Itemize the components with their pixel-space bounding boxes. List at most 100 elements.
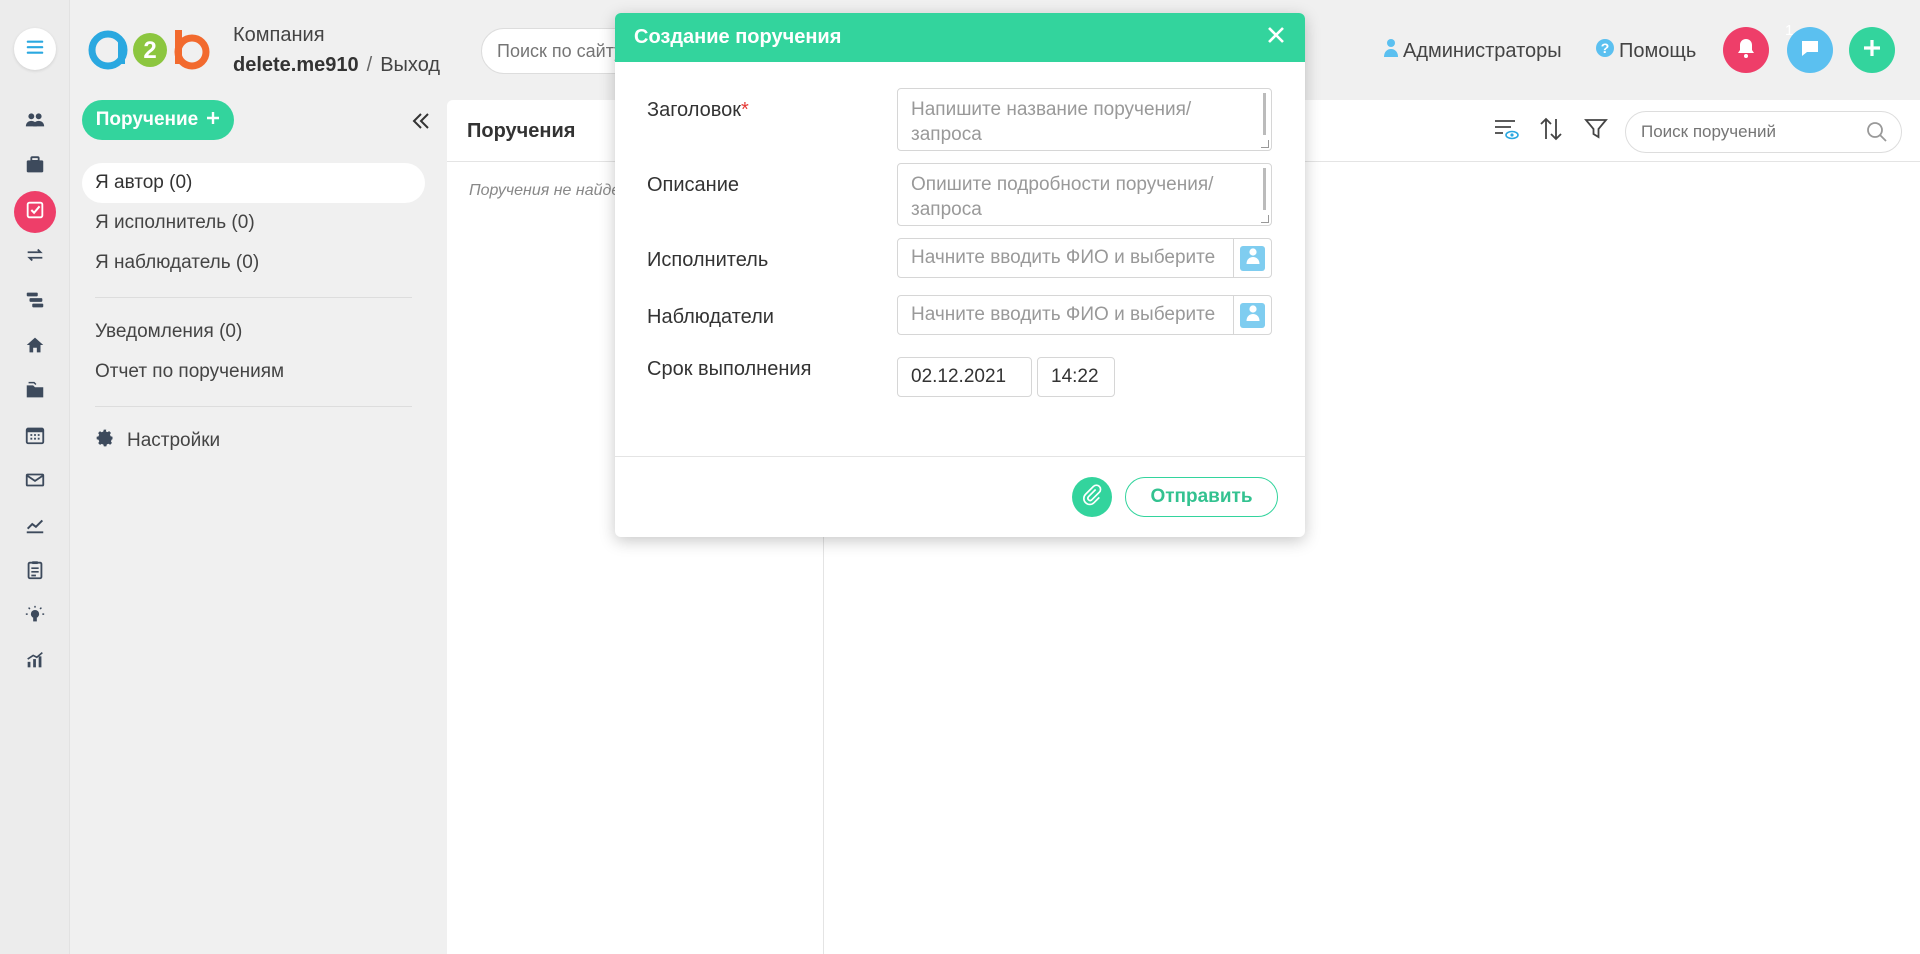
sidebar-item-report[interactable]: Отчет по поручениям (82, 352, 425, 392)
rail-chart[interactable] (14, 506, 56, 548)
sidebar-item-observer[interactable]: Я наблюдатель (0) (82, 243, 425, 283)
admins-link[interactable]: Администраторы (1383, 38, 1562, 64)
close-icon (1267, 26, 1285, 49)
idea-icon (24, 604, 46, 631)
sidebar-item-settings[interactable]: Настройки (82, 421, 425, 461)
rail-clipboard[interactable] (14, 551, 56, 593)
tree-icon (24, 289, 46, 316)
company-label: Компания (233, 24, 325, 46)
chart-icon (24, 514, 46, 541)
deadline-date-input[interactable]: 02.12.2021 (897, 357, 1032, 397)
menu-icon (24, 36, 46, 63)
description-label: Описание (647, 174, 740, 196)
collapse-sidebar-button[interactable] (410, 110, 432, 132)
calendar-icon (24, 424, 46, 451)
rail-tasks[interactable] (14, 191, 56, 233)
search-icon[interactable] (1865, 120, 1889, 149)
clipboard-icon (24, 559, 46, 586)
sort-icon (1537, 115, 1565, 148)
chat-button[interactable] (1787, 27, 1833, 73)
paperclip-icon (1081, 483, 1103, 511)
rail-analytics[interactable] (14, 641, 56, 683)
account-line: delete.me910 / Выход (233, 54, 440, 77)
title-label-text: Заголовок (647, 99, 742, 121)
svg-text:?: ? (1601, 40, 1610, 56)
rail-briefcase[interactable] (14, 146, 56, 188)
menu-button[interactable] (14, 28, 56, 70)
briefcase-icon (24, 154, 46, 181)
rail-folders[interactable] (14, 371, 56, 413)
rail-mail[interactable] (14, 461, 56, 503)
close-button[interactable] (1266, 26, 1286, 49)
analytics-icon (24, 649, 46, 676)
rail-calendar[interactable] (14, 416, 56, 458)
home-icon (24, 334, 46, 361)
task-search-input[interactable] (1625, 111, 1902, 153)
rail-home[interactable] (14, 326, 56, 368)
description-textarea[interactable]: Опишите подробности поручения/запроса (897, 163, 1272, 226)
resize-handle[interactable] (1261, 140, 1269, 148)
modal-header: Создание поручения (615, 13, 1305, 62)
deadline-label: Срок выполнения (647, 358, 812, 380)
separator: / (366, 54, 373, 76)
sidebar-item-author[interactable]: Я автор (0) (82, 163, 425, 203)
logout-link[interactable]: Выход (380, 54, 440, 76)
settings-label: Настройки (127, 430, 221, 451)
sidebar-item-executor[interactable]: Я исполнитель (0) (82, 203, 425, 243)
filter-button[interactable] (1581, 116, 1611, 146)
folders-icon (24, 379, 46, 406)
account-name[interactable]: delete.me910 (233, 54, 359, 76)
user-icon (1245, 247, 1261, 270)
rail-tree[interactable] (14, 281, 56, 323)
executor-input[interactable]: Начните вводить ФИО и выберите (897, 238, 1234, 278)
select-executor-button[interactable] (1233, 238, 1272, 278)
title-placeholder: Напишите название поручения/запроса (911, 99, 1192, 145)
admins-label: Администраторы (1403, 39, 1562, 62)
icon-rail (0, 0, 70, 954)
modal-title: Создание поручения (634, 26, 842, 48)
tasks-icon (24, 199, 46, 226)
user-icon (1383, 38, 1399, 64)
plus-icon (206, 109, 220, 131)
bell-icon (1734, 36, 1758, 65)
chat-icon (1798, 36, 1822, 65)
resize-handle[interactable] (1261, 215, 1269, 223)
svg-text:2: 2 (143, 37, 156, 64)
users-icon (24, 109, 46, 136)
observers-input[interactable]: Начните вводить ФИО и выберите (897, 295, 1234, 335)
gear-icon (95, 428, 115, 454)
rail-idea[interactable] (14, 596, 56, 638)
help-link[interactable]: ? Помощь (1595, 38, 1696, 64)
filter-icon (1583, 116, 1609, 147)
notifications-button[interactable] (1723, 27, 1769, 73)
sidebar-nav: Я автор (0) Я исполнитель (0) Я наблюдат… (82, 163, 425, 461)
mail-icon (24, 469, 46, 496)
executor-label: Исполнитель (647, 249, 769, 271)
description-placeholder: Опишите подробности поручения/запроса (911, 174, 1214, 220)
a2b-logo[interactable]: 2 (88, 28, 214, 77)
rail-exchange[interactable] (14, 236, 56, 278)
scrollbar[interactable] (1263, 93, 1266, 135)
title-textarea[interactable]: Напишите название поручения/запроса (897, 88, 1272, 151)
required-mark: * (741, 99, 749, 121)
attach-button[interactable] (1072, 477, 1112, 517)
select-observers-button[interactable] (1233, 295, 1272, 335)
divider (95, 297, 412, 298)
help-label: Помощь (1619, 39, 1697, 62)
scrollbar[interactable] (1263, 168, 1266, 210)
send-button[interactable]: Отправить (1125, 477, 1278, 517)
add-button[interactable] (1849, 27, 1895, 73)
modal-footer-divider (615, 456, 1305, 457)
create-task-modal: Создание поручения Заголовок* Напишите н… (615, 13, 1305, 537)
view-filter-button[interactable] (1491, 116, 1521, 146)
deadline-time-input[interactable]: 14:22 (1037, 357, 1115, 397)
rail-users[interactable] (14, 101, 56, 143)
double-chevron-left-icon (410, 113, 432, 136)
sidebar-item-notifications[interactable]: Уведомления (0) (82, 312, 425, 352)
user-icon (1245, 304, 1261, 327)
chat-badge: 1 (1785, 22, 1794, 39)
help-icon: ? (1595, 38, 1615, 64)
title-field-label: Заголовок* (647, 99, 749, 122)
sort-button[interactable] (1536, 116, 1566, 146)
new-task-button[interactable]: Поручение (82, 100, 234, 140)
